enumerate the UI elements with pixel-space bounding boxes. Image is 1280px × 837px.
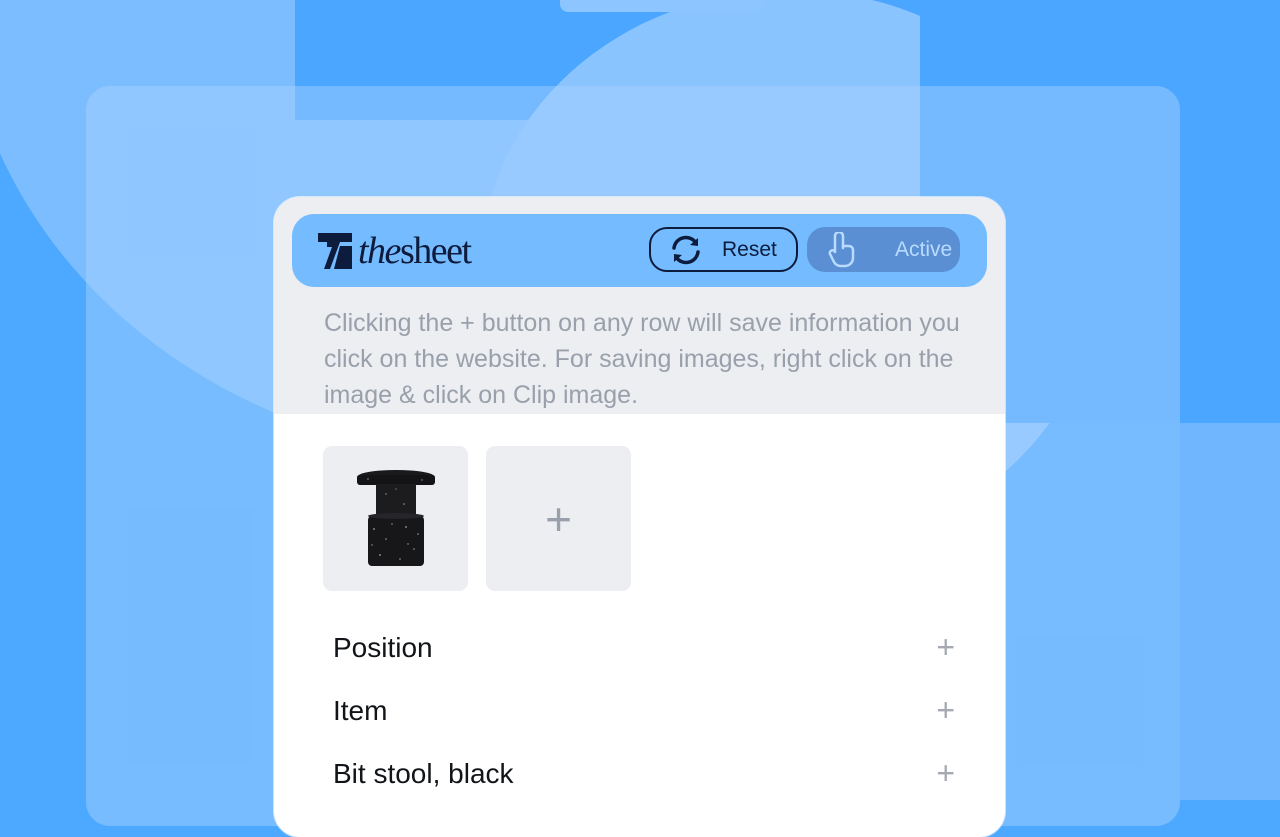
active-label: Active [895,237,953,261]
plus-icon[interactable]: + [936,629,955,666]
product-image-thumbnail[interactable] [323,446,468,591]
extension-panel: thesheet Reset Active Clicking the + but… [274,197,1005,837]
field-label: Item [333,694,388,726]
logo-text: thesheet [358,230,472,272]
logo-mark-icon [318,233,352,269]
logo-text-sheet: sheet [399,230,472,272]
background-right-lower [1180,423,1280,800]
plus-icon[interactable]: + [936,755,955,792]
field-label: Position [333,631,433,663]
field-row-value: Bit stool, black + [323,742,955,805]
background-pill [560,0,765,12]
panel-header-area: thesheet Reset Active Clicking the + but… [274,197,1005,414]
instruction-text: Clicking the + button on any row will sa… [324,309,960,409]
plus-icon: + [545,492,572,545]
field-row-position: Position + [323,616,955,679]
field-row-item: Item + [323,679,955,742]
refresh-icon [672,235,700,264]
field-label: Bit stool, black [333,757,514,789]
header-bar: thesheet Reset Active [292,214,987,287]
add-image-button[interactable]: + [486,446,631,591]
field-rows: Position + Item + Bit stool, black + [323,616,955,805]
plus-icon[interactable]: + [936,692,955,729]
reset-button[interactable]: Reset [649,227,798,272]
active-button[interactable]: Active [807,227,960,272]
reset-label: Reset [722,237,777,261]
image-thumbnails: + [323,446,1005,591]
logo-text-the: the [358,230,401,272]
panel-body: + Position + Item + Bit stool, black + [274,414,1005,805]
stool-image [356,469,435,566]
logo: thesheet [318,230,472,272]
hand-pointer-icon [828,231,855,267]
